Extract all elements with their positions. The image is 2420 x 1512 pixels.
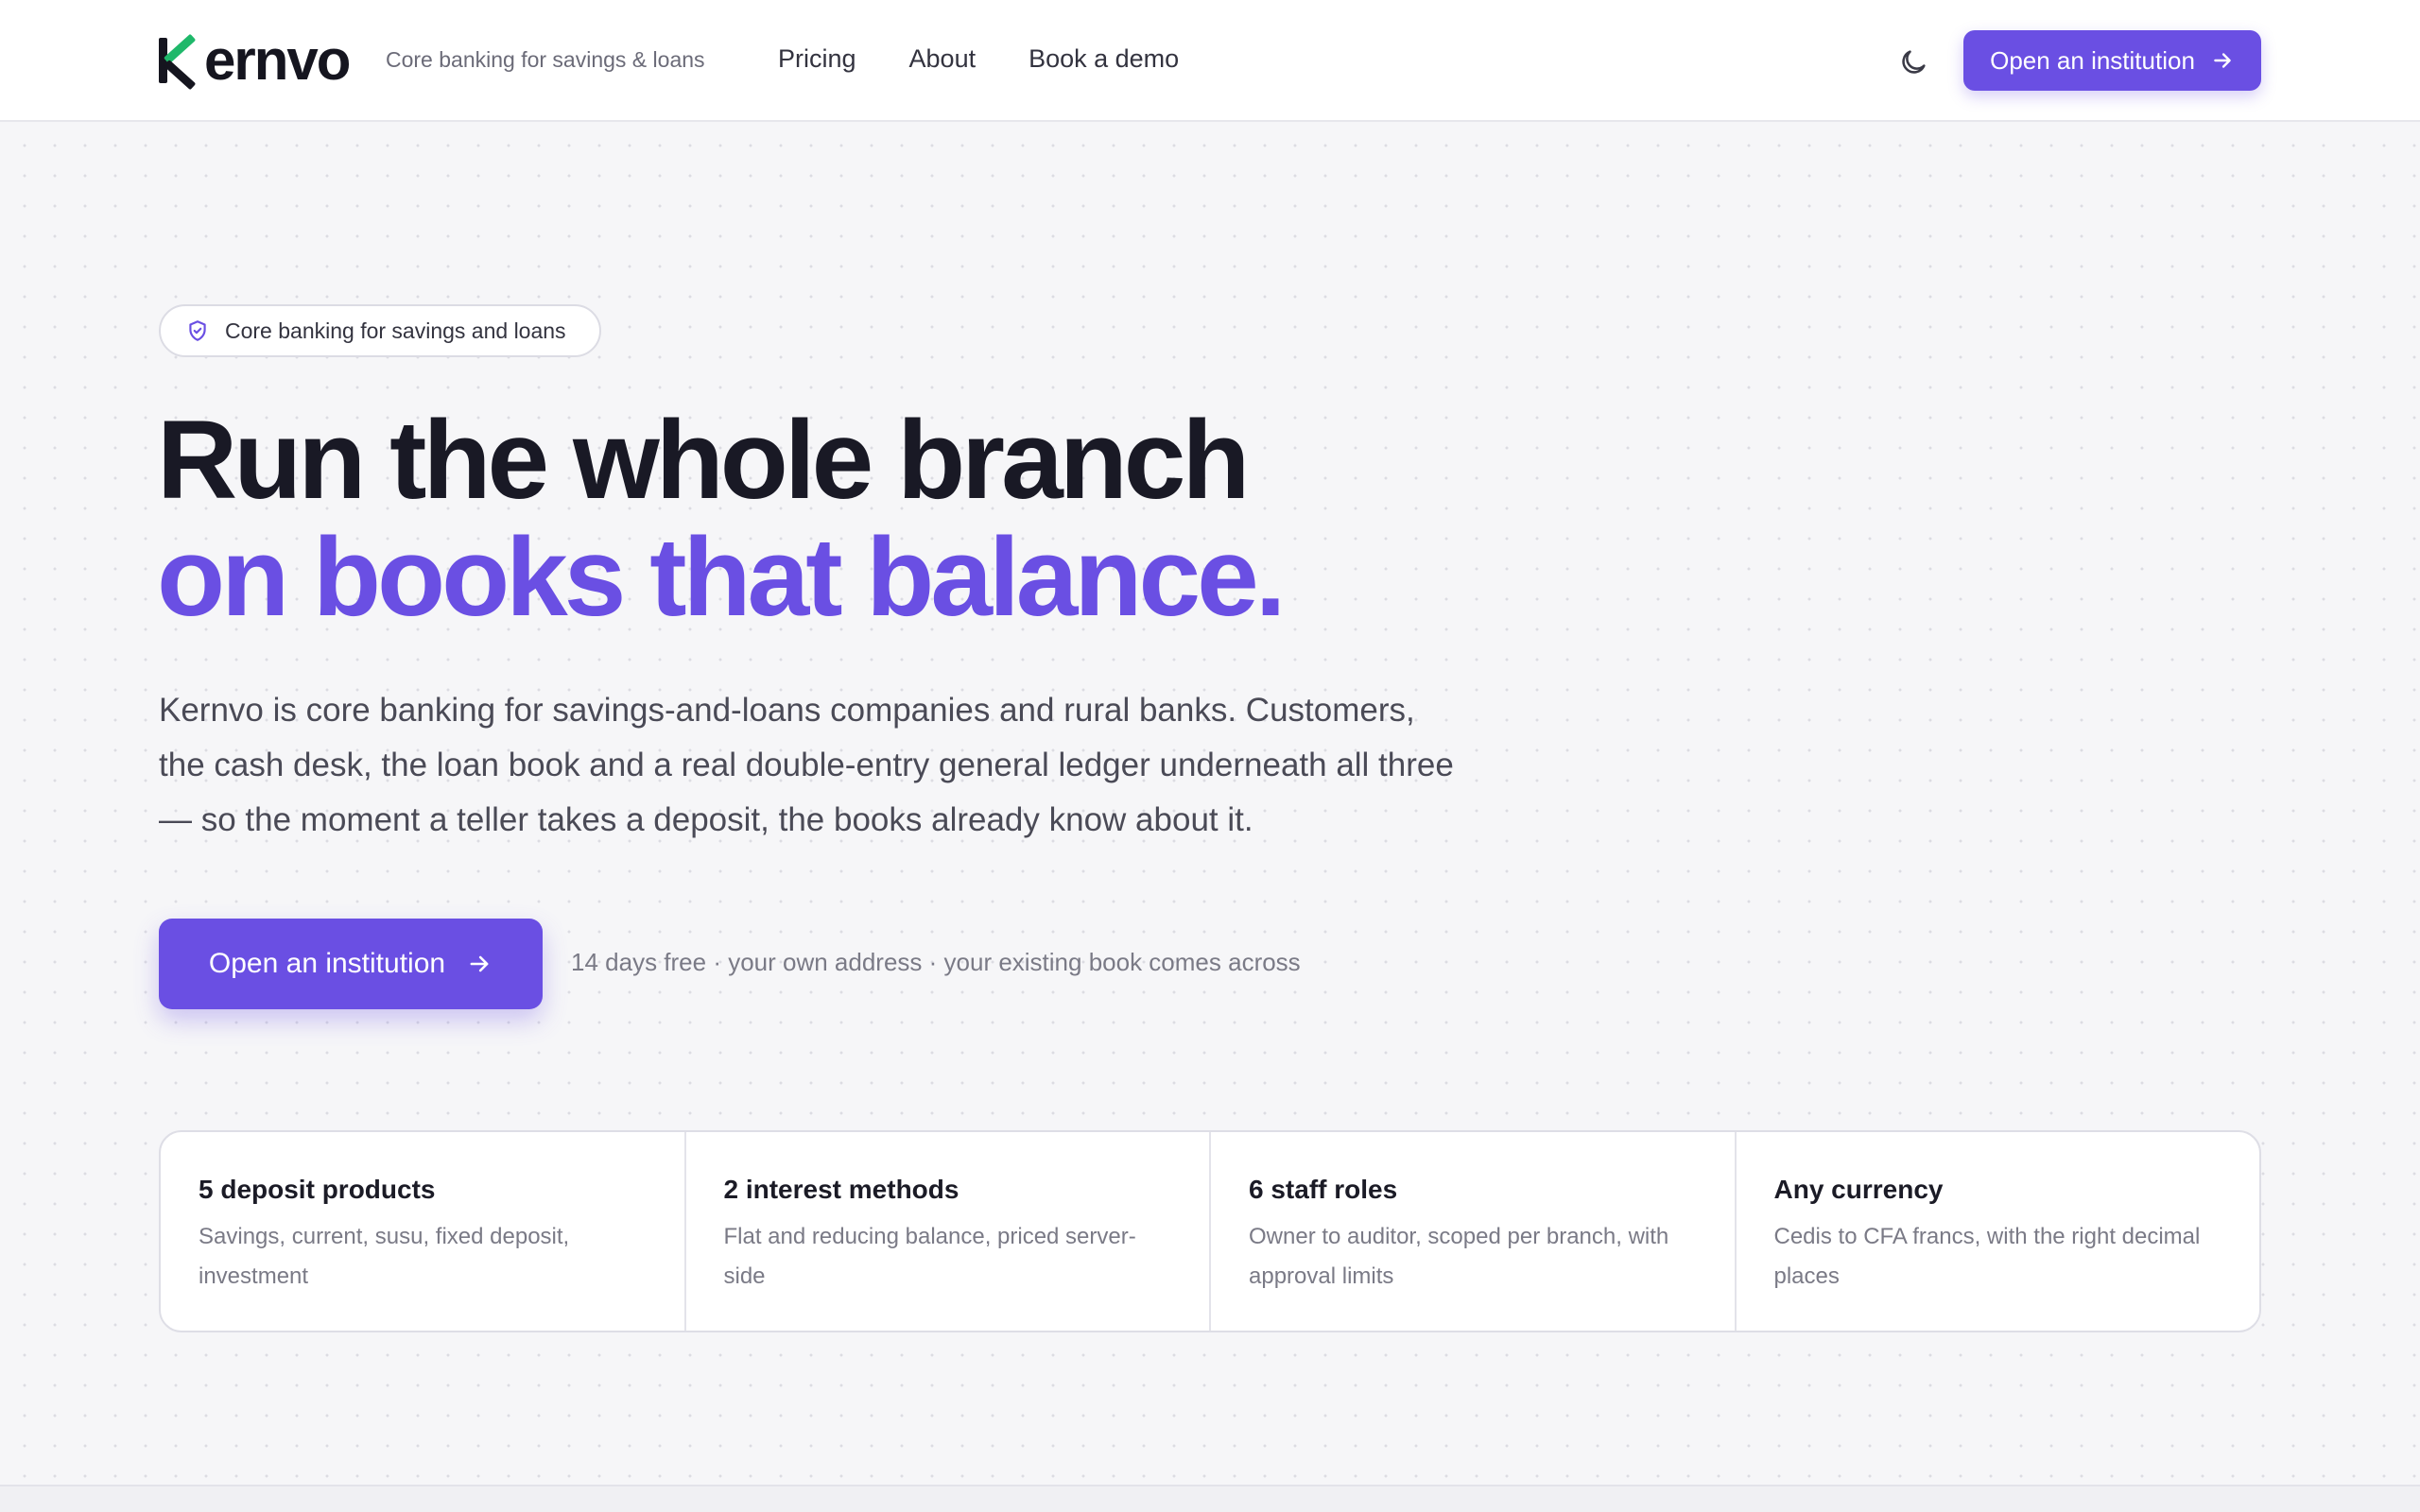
cta-note: 14 days free · your own address · your e… xyxy=(571,948,1301,976)
hero-title-line1: Run the whole branch xyxy=(157,398,1250,523)
stat-title: 2 interest methods xyxy=(723,1175,959,1204)
stat-card: Any currency Cedis to CFA francs, with t… xyxy=(1737,1132,2260,1331)
badge-text: Core banking for savings and loans xyxy=(225,318,566,343)
hero-cta-label: Open an institution xyxy=(208,948,446,979)
stat-title: 5 deposit products xyxy=(199,1175,436,1204)
arrow-right-icon xyxy=(2214,53,2231,68)
logo-wordmark: ernvo xyxy=(204,28,351,92)
hero-lead: Kernvo is core banking for savings-and-l… xyxy=(159,692,1454,838)
nav-link-pricing[interactable]: Pricing xyxy=(778,42,856,76)
open-institution-header-button[interactable]: Open an institution xyxy=(1963,30,2261,91)
stat-description: Savings, current, susu, fixed deposit, i… xyxy=(199,1224,570,1289)
header-cta-label: Open an institution xyxy=(1990,45,2195,75)
theme-toggle-button[interactable] xyxy=(1893,42,1934,83)
moon-icon xyxy=(1902,50,1926,74)
stat-description: Cedis to CFA francs, with the right deci… xyxy=(1773,1224,2201,1289)
stat-title: Any currency xyxy=(1773,1175,1944,1204)
arrow-right-icon xyxy=(470,955,489,972)
stat-description: Owner to auditor, scoped per branch, wit… xyxy=(1249,1224,1669,1289)
kernvo-logo[interactable]: ernvo xyxy=(157,28,351,92)
stat-card: 6 staff roles Owner to auditor, scoped p… xyxy=(1211,1132,1737,1331)
hero-title-line2: on books that balance. xyxy=(157,515,1287,640)
header-tagline: Core banking for savings & loans xyxy=(386,47,705,72)
stat-card: 5 deposit products Savings, current, sus… xyxy=(161,1132,686,1331)
site-header: ernvo Core banking for savings & loans P… xyxy=(0,0,2420,122)
hero-badge: Core banking for savings and loans xyxy=(159,304,601,357)
stat-card: 2 interest methods Flat and reducing bal… xyxy=(686,1132,1211,1331)
shield-check-icon xyxy=(189,320,206,341)
stat-description: Flat and reducing balance, priced server… xyxy=(723,1224,1136,1289)
stats-panel: 5 deposit products Savings, current, sus… xyxy=(159,1130,2261,1332)
stat-title: 6 staff roles xyxy=(1249,1175,1398,1204)
section-divider xyxy=(0,1485,2420,1512)
main-nav: Pricing About Book a demo xyxy=(778,42,1179,76)
nav-link-about[interactable]: About xyxy=(909,42,977,76)
nav-link-book-demo[interactable]: Book a demo xyxy=(1028,42,1179,76)
logo-k-mark xyxy=(157,33,202,91)
open-institution-hero-button[interactable]: Open an institution xyxy=(159,919,543,1009)
